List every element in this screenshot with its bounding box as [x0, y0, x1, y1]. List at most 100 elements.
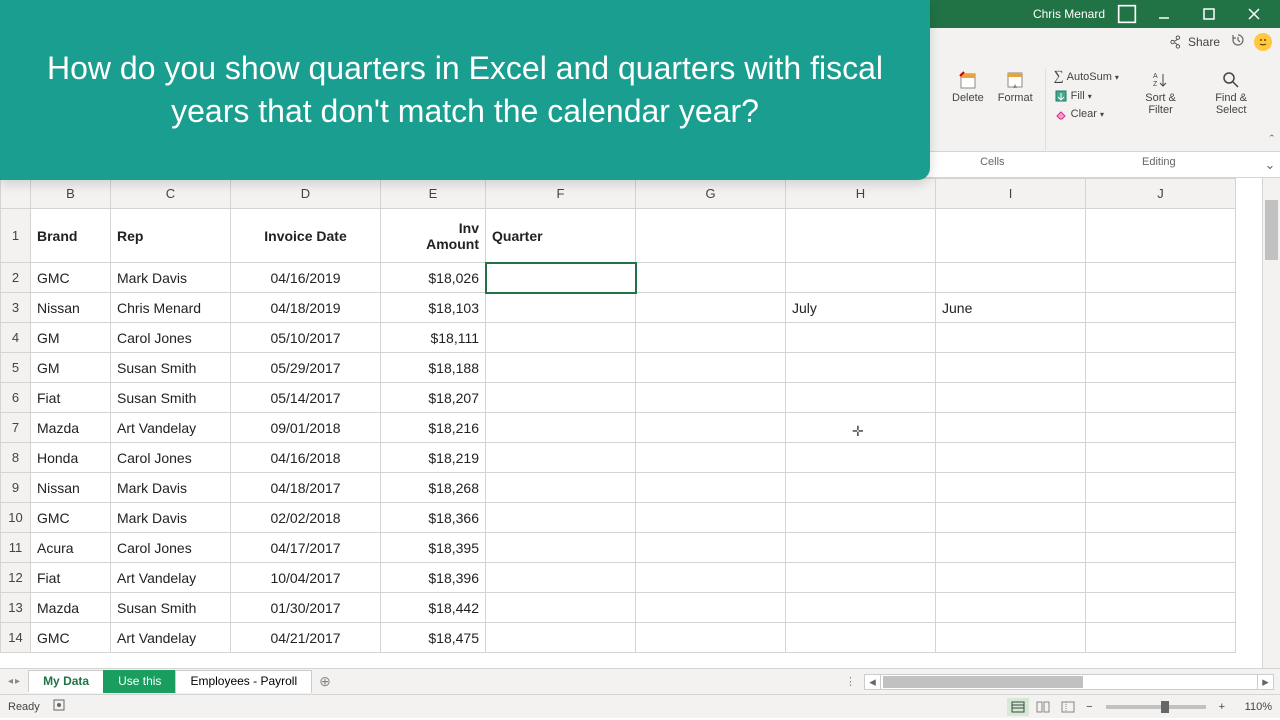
cell[interactable]: [786, 563, 936, 593]
column-header[interactable]: C: [111, 179, 231, 209]
cell[interactable]: 04/16/2018: [231, 443, 381, 473]
cell[interactable]: [936, 443, 1086, 473]
cell[interactable]: Nissan: [31, 473, 111, 503]
cell[interactable]: 10/04/2017: [231, 563, 381, 593]
cell[interactable]: [936, 323, 1086, 353]
worksheet-grid[interactable]: BCDEFGHIJ1BrandRepInvoice DateInvAmountQ…: [0, 178, 1280, 668]
sheet-tab[interactable]: Use this: [103, 670, 176, 693]
row-header[interactable]: 4: [1, 323, 31, 353]
cell[interactable]: $18,268: [381, 473, 486, 503]
column-header[interactable]: G: [636, 179, 786, 209]
cell[interactable]: 04/16/2019: [231, 263, 381, 293]
cell[interactable]: [1086, 533, 1236, 563]
column-header[interactable]: J: [1086, 179, 1236, 209]
cell[interactable]: [936, 473, 1086, 503]
page-layout-view-button[interactable]: [1032, 698, 1054, 716]
page-break-view-button[interactable]: [1057, 698, 1079, 716]
cell[interactable]: [1086, 623, 1236, 653]
cell[interactable]: [486, 563, 636, 593]
cell[interactable]: 05/14/2017: [231, 383, 381, 413]
hscroll-right[interactable]: ▸: [1257, 675, 1273, 689]
cell[interactable]: [486, 353, 636, 383]
row-header[interactable]: 5: [1, 353, 31, 383]
macro-record-icon[interactable]: [52, 698, 66, 715]
cell[interactable]: 09/01/2018: [231, 413, 381, 443]
tab-split-handle[interactable]: ⋮: [845, 675, 856, 688]
cell[interactable]: [936, 413, 1086, 443]
row-header[interactable]: 11: [1, 533, 31, 563]
table-header-cell[interactable]: Invoice Date: [231, 209, 381, 263]
column-header[interactable]: F: [486, 179, 636, 209]
cell[interactable]: [1086, 209, 1236, 263]
cell[interactable]: [936, 503, 1086, 533]
cell[interactable]: [936, 563, 1086, 593]
cell[interactable]: [636, 593, 786, 623]
cell[interactable]: Fiat: [31, 383, 111, 413]
tab-nav-last[interactable]: ▸: [15, 676, 20, 687]
cell[interactable]: Acura: [31, 533, 111, 563]
zoom-percentage[interactable]: 110%: [1232, 701, 1272, 713]
cell[interactable]: [636, 293, 786, 323]
sheet-tab[interactable]: My Data: [28, 670, 104, 693]
cell[interactable]: [786, 263, 936, 293]
cell[interactable]: GMC: [31, 623, 111, 653]
cell[interactable]: Susan Smith: [111, 593, 231, 623]
zoom-slider[interactable]: [1106, 705, 1206, 709]
row-header[interactable]: 6: [1, 383, 31, 413]
cell[interactable]: Art Vandelay: [111, 563, 231, 593]
cell[interactable]: [786, 473, 936, 503]
cell[interactable]: [636, 563, 786, 593]
cell[interactable]: GM: [31, 353, 111, 383]
cell[interactable]: [786, 443, 936, 473]
cell[interactable]: [786, 413, 936, 443]
table-header-cell[interactable]: Brand: [31, 209, 111, 263]
cell[interactable]: [936, 263, 1086, 293]
cell[interactable]: [486, 443, 636, 473]
cell[interactable]: 04/21/2017: [231, 623, 381, 653]
cell[interactable]: $18,219: [381, 443, 486, 473]
table-header-cell[interactable]: Quarter: [486, 209, 636, 263]
cell[interactable]: [486, 323, 636, 353]
cell[interactable]: [936, 353, 1086, 383]
cell[interactable]: [486, 503, 636, 533]
row-header[interactable]: 14: [1, 623, 31, 653]
cell[interactable]: [786, 623, 936, 653]
cell[interactable]: [786, 383, 936, 413]
cell[interactable]: $18,366: [381, 503, 486, 533]
fill-button[interactable]: Fill▾: [1052, 88, 1121, 104]
cell[interactable]: [786, 593, 936, 623]
clear-button[interactable]: Clear▾: [1052, 106, 1121, 122]
row-header[interactable]: 8: [1, 443, 31, 473]
cell[interactable]: $18,188: [381, 353, 486, 383]
sort-filter-button[interactable]: AZ Sort & Filter: [1129, 68, 1192, 118]
zoom-out-button[interactable]: −: [1082, 701, 1096, 713]
cell[interactable]: [636, 383, 786, 413]
cell[interactable]: [1086, 593, 1236, 623]
table-header-cell[interactable]: Rep: [111, 209, 231, 263]
history-icon[interactable]: [1230, 32, 1246, 51]
cell[interactable]: [636, 353, 786, 383]
vertical-scrollbar[interactable]: [1262, 178, 1280, 668]
cell[interactable]: [486, 473, 636, 503]
cell[interactable]: Carol Jones: [111, 533, 231, 563]
cell[interactable]: [1086, 293, 1236, 323]
column-header[interactable]: H: [786, 179, 936, 209]
cell[interactable]: GMC: [31, 263, 111, 293]
cell[interactable]: [486, 413, 636, 443]
cell[interactable]: Nissan: [31, 293, 111, 323]
hscroll-left[interactable]: ◂: [865, 675, 881, 689]
cell[interactable]: Susan Smith: [111, 383, 231, 413]
cell[interactable]: [1086, 443, 1236, 473]
zoom-slider-thumb[interactable]: [1161, 701, 1169, 713]
horizontal-scrollbar[interactable]: ◂ ▸: [864, 674, 1274, 690]
autosum-button[interactable]: ∑AutoSum▾: [1052, 68, 1121, 86]
cell[interactable]: [636, 263, 786, 293]
cell[interactable]: Chris Menard: [111, 293, 231, 323]
cell[interactable]: Susan Smith: [111, 353, 231, 383]
minimize-button[interactable]: [1141, 0, 1186, 28]
cell[interactable]: [786, 323, 936, 353]
vertical-scroll-thumb[interactable]: [1265, 200, 1278, 260]
cell[interactable]: $18,475: [381, 623, 486, 653]
cell[interactable]: [1086, 323, 1236, 353]
share-button[interactable]: Share: [1170, 35, 1220, 49]
